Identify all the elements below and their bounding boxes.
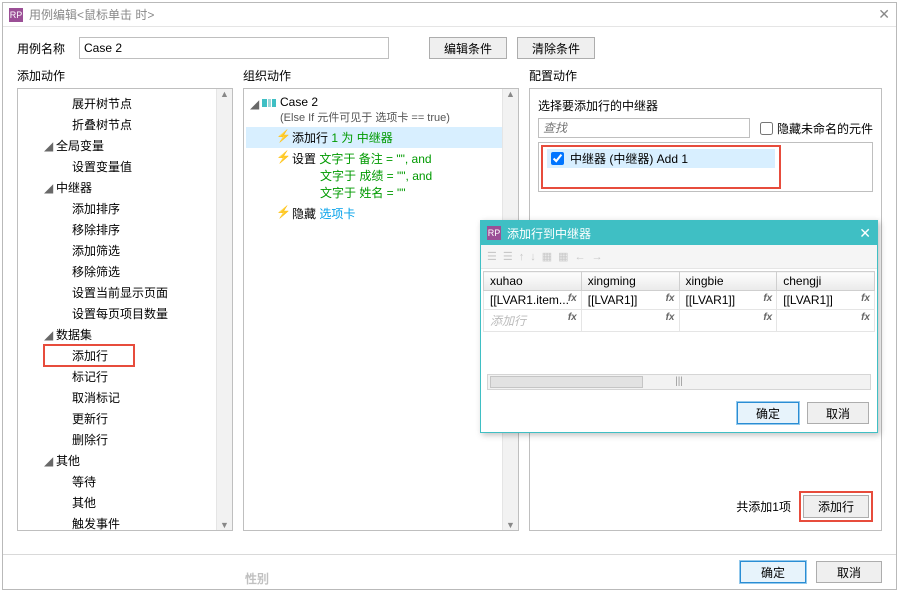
tree-repeater[interactable]: ◢中继器 — [20, 177, 230, 198]
sub-dialog-title: 添加行到中继器 — [507, 225, 591, 242]
toolbar-icon[interactable]: → — [592, 251, 603, 263]
tree-mark-row[interactable]: 标记行 — [20, 366, 230, 387]
toolbar-icon[interactable]: ↓ — [530, 251, 536, 263]
cropped-text: 性别 — [245, 570, 269, 587]
action-add-row[interactable]: ⚡ 添加行 1 为 中继器 — [246, 127, 516, 148]
app-logo-icon: RP — [9, 8, 23, 22]
edit-condition-button[interactable]: 编辑条件 — [429, 37, 507, 59]
column-header[interactable]: chengji — [777, 272, 875, 291]
table-header-row: xuhao xingming xingbie chengji — [484, 272, 875, 291]
tree-set-page[interactable]: 设置当前显示页面 — [20, 282, 230, 303]
cell[interactable]: [[LVAR1.item... — [484, 291, 582, 310]
column-header[interactable]: xingming — [581, 272, 679, 291]
case-name-row: 用例名称 编辑条件 清除条件 — [3, 27, 896, 67]
tree-set-variable[interactable]: 设置变量值 — [20, 156, 230, 177]
table-row[interactable]: [[LVAR1.item... [[LVAR1]] [[LVAR1]] [[LV… — [484, 291, 875, 310]
config-action-label: 配置动作 — [529, 67, 882, 84]
tree-set-page-count[interactable]: 设置每页项目数量 — [20, 303, 230, 324]
toolbar-icon[interactable]: ☰ — [503, 250, 513, 263]
column-header[interactable]: xingbie — [679, 272, 777, 291]
hide-unnamed-checkbox-row[interactable]: 隐藏未命名的元件 — [756, 119, 873, 138]
grid-horizontal-scrollbar[interactable]: ||| — [487, 374, 871, 390]
case-name-input[interactable] — [79, 37, 389, 59]
repeater-item-label: 中继器 (中继器) Add 1 — [570, 150, 688, 167]
add-action-column: 添加动作 展开树节点 折叠树节点 ◢全局变量 设置变量值 ◢中继器 添加排序 移… — [17, 67, 233, 531]
tree-other[interactable]: ◢其他 — [20, 450, 230, 471]
ghost-cell[interactable] — [679, 310, 777, 332]
ghost-cell[interactable] — [581, 310, 679, 332]
sub-close-icon[interactable]: ✕ — [859, 226, 871, 240]
case-node[interactable]: ◢ Case 2 (Else If 元件可见于 选项卡 == true) — [246, 93, 516, 127]
action-set-text[interactable]: ⚡ 设置 文字于 备注 = "", and 文字于 成绩 = "", and 文… — [246, 148, 516, 203]
organize-action-column: 组织动作 ◢ Case 2 (Else If 元件可见于 选项卡 == true… — [243, 67, 519, 531]
toolbar-icon[interactable]: ▦ — [558, 250, 568, 263]
case-steps-panel: ◢ Case 2 (Else If 元件可见于 选项卡 == true) ⚡ 添… — [243, 88, 519, 531]
cell[interactable]: [[LVAR1]] — [581, 291, 679, 310]
tree-remove-filter[interactable]: 移除筛选 — [20, 261, 230, 282]
repeater-item-checkbox[interactable] — [551, 152, 564, 165]
toolbar-icon[interactable]: ☰ — [487, 250, 497, 263]
add-action-label: 添加动作 — [17, 67, 233, 84]
case-title: Case 2 — [280, 95, 450, 109]
add-row-button-highlight: 添加行 — [799, 491, 873, 522]
clear-condition-button[interactable]: 清除条件 — [517, 37, 595, 59]
sub-cancel-button[interactable]: 取消 — [807, 402, 869, 424]
cancel-button[interactable]: 取消 — [816, 561, 882, 583]
tree-add-sort[interactable]: 添加排序 — [20, 198, 230, 219]
tree-collapse-node[interactable]: 折叠树节点 — [20, 114, 230, 135]
sub-ok-button[interactable]: 确定 — [737, 402, 799, 424]
tree-remove-sort[interactable]: 移除排序 — [20, 219, 230, 240]
tree-unmark[interactable]: 取消标记 — [20, 387, 230, 408]
action-tree-scrollbar[interactable] — [216, 89, 232, 530]
action-tree-panel: 展开树节点 折叠树节点 ◢全局变量 设置变量值 ◢中继器 添加排序 移除排序 添… — [17, 88, 233, 531]
hide-unnamed-label: 隐藏未命名的元件 — [777, 120, 873, 137]
toolbar-icon[interactable]: ← — [575, 251, 586, 263]
cell[interactable]: [[LVAR1]] — [777, 291, 875, 310]
tree-dataset[interactable]: ◢数据集 — [20, 324, 230, 345]
tree-expand-node[interactable]: 展开树节点 — [20, 93, 230, 114]
repeater-search-input[interactable] — [538, 118, 750, 138]
column-header[interactable]: xuhao — [484, 272, 582, 291]
repeater-item[interactable]: 中继器 (中继器) Add 1 — [547, 149, 775, 168]
case-icon — [262, 97, 276, 109]
toolbar-icon[interactable]: ▦ — [542, 250, 552, 263]
bolt-icon: ⚡ — [276, 150, 286, 164]
select-repeater-label: 选择要添加行的中继器 — [538, 97, 873, 114]
window-title: 用例编辑<鼠标单击 时> — [29, 6, 154, 23]
bolt-icon: ⚡ — [276, 129, 286, 143]
titlebar: RP 用例编辑<鼠标单击 时> ✕ — [3, 3, 896, 27]
tree-update-row[interactable]: 更新行 — [20, 408, 230, 429]
table-ghost-row[interactable]: 添加行 — [484, 310, 875, 332]
tree-delete-row[interactable]: 删除行 — [20, 429, 230, 450]
add-rows-dialog: RP 添加行到中继器 ✕ ☰ ☰ ↑ ↓ ▦ ▦ ← → xuhao xingm… — [480, 220, 878, 433]
hide-unnamed-checkbox[interactable] — [760, 122, 773, 135]
add-row-button[interactable]: 添加行 — [803, 495, 869, 518]
tree-fire-event[interactable]: 触发事件 — [20, 513, 230, 531]
ghost-cell[interactable]: 添加行 — [484, 310, 582, 332]
tree-wait[interactable]: 等待 — [20, 471, 230, 492]
cell[interactable]: [[LVAR1]] — [679, 291, 777, 310]
tree-add-filter[interactable]: 添加筛选 — [20, 240, 230, 261]
toolbar-icon[interactable]: ↑ — [519, 251, 525, 263]
app-logo-icon: RP — [487, 226, 501, 240]
sub-dialog-toolbar: ☰ ☰ ↑ ↓ ▦ ▦ ← → — [481, 245, 877, 269]
sub-dialog-titlebar: RP 添加行到中继器 ✕ — [481, 221, 877, 245]
tree-globals[interactable]: ◢全局变量 — [20, 135, 230, 156]
organize-action-label: 组织动作 — [243, 67, 519, 84]
tree-add-row[interactable]: 添加行 — [44, 345, 134, 366]
ok-button[interactable]: 确定 — [740, 561, 806, 583]
dialog-footer: 确定 取消 — [740, 561, 882, 583]
ghost-cell[interactable] — [777, 310, 875, 332]
case-condition: (Else If 元件可见于 选项卡 == true) — [280, 109, 450, 125]
repeater-list: 中继器 (中继器) Add 1 — [538, 142, 873, 192]
tree-other2[interactable]: 其他 — [20, 492, 230, 513]
action-hide[interactable]: ⚡ 隐藏 选项卡 — [246, 203, 516, 224]
close-icon[interactable]: ✕ — [878, 6, 890, 23]
add-row-count-label: 共添加1项 — [736, 498, 791, 515]
case-name-label: 用例名称 — [17, 40, 69, 57]
rows-grid: xuhao xingming xingbie chengji [[LVAR1.i… — [481, 269, 877, 394]
sub-dialog-footer: 确定 取消 — [481, 394, 877, 432]
bolt-icon: ⚡ — [276, 205, 286, 219]
